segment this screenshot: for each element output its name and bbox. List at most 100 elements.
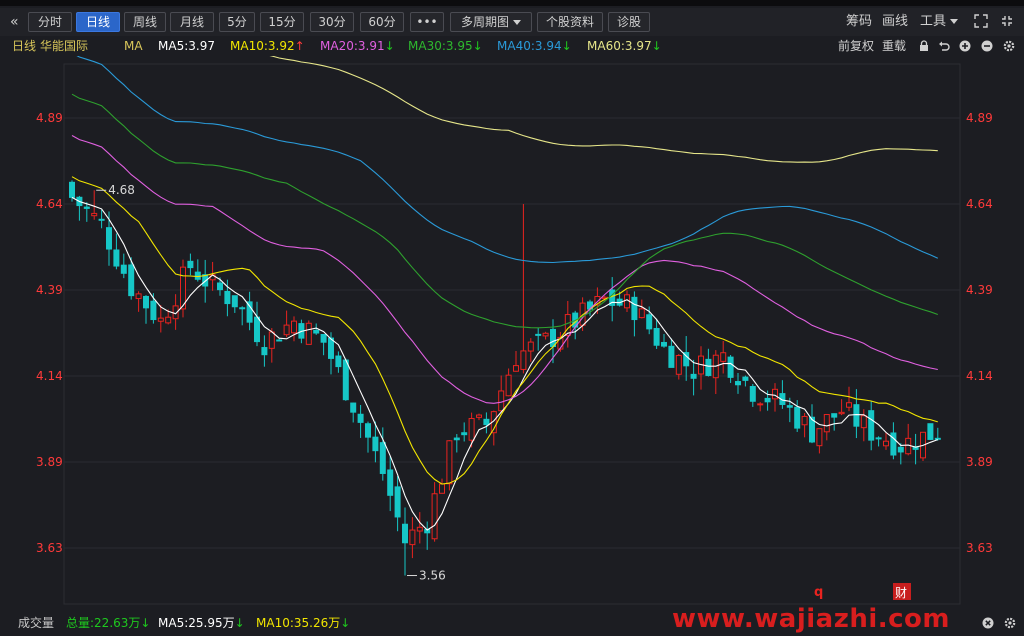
candle-body: [187, 260, 194, 269]
settings-icon[interactable]: [1004, 617, 1016, 629]
candle-body: [853, 404, 860, 427]
reload-button[interactable]: 重载: [882, 36, 906, 56]
y-tick-label-right: 3.63: [966, 541, 993, 555]
period-button[interactable]: 日线: [76, 12, 120, 32]
diagnose-button[interactable]: 诊股: [608, 12, 650, 32]
candle-body: [83, 206, 90, 209]
candle-body: [505, 374, 512, 397]
candle-body: [239, 307, 246, 310]
candle-body: [305, 322, 312, 345]
candle-body: [439, 483, 445, 494]
candle-body: [98, 218, 105, 221]
ma10-text: MA10:3.92: [230, 39, 295, 53]
chevron-down-icon: [950, 19, 959, 24]
low-marker-label: 3.56: [419, 569, 446, 583]
double-chevron-left-icon[interactable]: «: [10, 12, 19, 32]
period-button[interactable]: 15分: [260, 12, 304, 32]
ma40-line: [76, 56, 939, 264]
ma30-line: [71, 93, 938, 329]
period-label: 日线: [12, 39, 37, 53]
tools-dropdown[interactable]: 工具: [920, 12, 959, 32]
candle-body: [764, 397, 771, 403]
y-tick-label-left: 4.14: [36, 369, 63, 383]
period-toolbar: « 分时 日线 周线 月线 5分 15分 30分 60分 ••• 多周期图 个股资料 诊股 筹…: [0, 8, 1024, 36]
multi-period-label: 多周期图: [460, 15, 509, 29]
lock-icon[interactable]: [918, 40, 930, 52]
candle-body: [668, 345, 675, 368]
candle-body: [749, 386, 756, 402]
candle-body: [461, 432, 468, 436]
chips-button[interactable]: 筹码: [846, 12, 872, 32]
candle-body: [513, 365, 519, 372]
kline-chart[interactable]: 4.89 4.89 4.64 4.64 4.39 4.39 4.14 4.14 3.89 3.89…: [0, 56, 1024, 610]
candle-body: [897, 446, 904, 453]
zoom-out-icon[interactable]: [981, 40, 993, 52]
period-button[interactable]: 5分: [219, 12, 255, 32]
y-tick-label-right: 4.89: [966, 111, 993, 125]
period-button[interactable]: 30分: [310, 12, 354, 32]
candle-body: [143, 295, 149, 309]
candle-body: [291, 320, 297, 334]
volume-total: 总量:22.63万↓: [66, 612, 150, 634]
candle-body: [801, 415, 808, 426]
candle-body: [690, 373, 697, 379]
candle-body: [276, 339, 283, 342]
candle-body: [527, 341, 534, 352]
expand-icon[interactable]: [974, 14, 988, 28]
plot-frame: [63, 63, 961, 605]
candle-body: [535, 333, 542, 336]
ma-label[interactable]: MA: [124, 36, 143, 56]
candle-body: [846, 402, 852, 408]
ma20-line: [71, 135, 938, 404]
adjust-button[interactable]: 前复权: [838, 36, 874, 56]
candle-body: [135, 293, 142, 300]
candle-body: [313, 329, 320, 334]
period-button[interactable]: 月线: [170, 12, 214, 32]
candle-body: [727, 356, 734, 378]
period-button[interactable]: 分时: [28, 12, 72, 32]
candle-body: [372, 436, 379, 452]
candle-body: [675, 355, 682, 375]
candle-body: [860, 415, 867, 429]
candle-body: [365, 423, 371, 438]
candle-body: [394, 486, 401, 518]
candle-body: [283, 324, 290, 336]
window-top-edge: [0, 0, 1024, 6]
candle-body: [409, 529, 416, 546]
down-arrow-icon: ↓: [340, 616, 351, 630]
candle-body: [387, 469, 394, 496]
candle-body: [157, 317, 164, 322]
event-marker-finance: 财: [895, 586, 907, 600]
y-tick-label-left: 4.39: [36, 283, 63, 297]
settings-icon[interactable]: [1003, 40, 1015, 52]
volume-ma5-text: MA5:25.95万: [158, 616, 235, 630]
zoom-in-icon[interactable]: [959, 40, 971, 52]
candle-body: [453, 437, 460, 441]
collapse-icon[interactable]: [1000, 14, 1014, 28]
y-tick-label-right: 4.64: [966, 197, 993, 211]
candle-body: [224, 290, 231, 305]
candle-body: [550, 328, 556, 348]
ma10-value: MA10:3.92↑: [230, 36, 305, 56]
candle-body: [342, 359, 349, 401]
draw-line-button[interactable]: 画线: [882, 12, 908, 32]
candle-body: [520, 350, 527, 370]
period-button[interactable]: 周线: [124, 12, 166, 32]
close-icon[interactable]: [982, 617, 994, 629]
event-marker-q: q: [814, 585, 823, 600]
ma60-value: MA60:3.97↓: [587, 36, 662, 56]
down-arrow-icon: ↓: [140, 616, 151, 630]
candle-body: [661, 341, 667, 347]
undo-icon[interactable]: [938, 40, 950, 52]
candle-body: [128, 264, 135, 297]
ma5-line: [71, 196, 938, 531]
stock-info-button[interactable]: 个股资料: [537, 12, 603, 32]
down-arrow-icon: ↓: [384, 39, 395, 53]
chevron-down-icon: [513, 20, 521, 25]
ma30-value: MA30:3.95↓: [408, 36, 483, 56]
candle-body: [786, 405, 793, 408]
down-arrow-icon: ↓: [234, 616, 245, 630]
period-button[interactable]: 60分: [360, 12, 404, 32]
more-button[interactable]: •••: [410, 12, 444, 32]
multi-period-dropdown[interactable]: 多周期图: [450, 12, 532, 32]
